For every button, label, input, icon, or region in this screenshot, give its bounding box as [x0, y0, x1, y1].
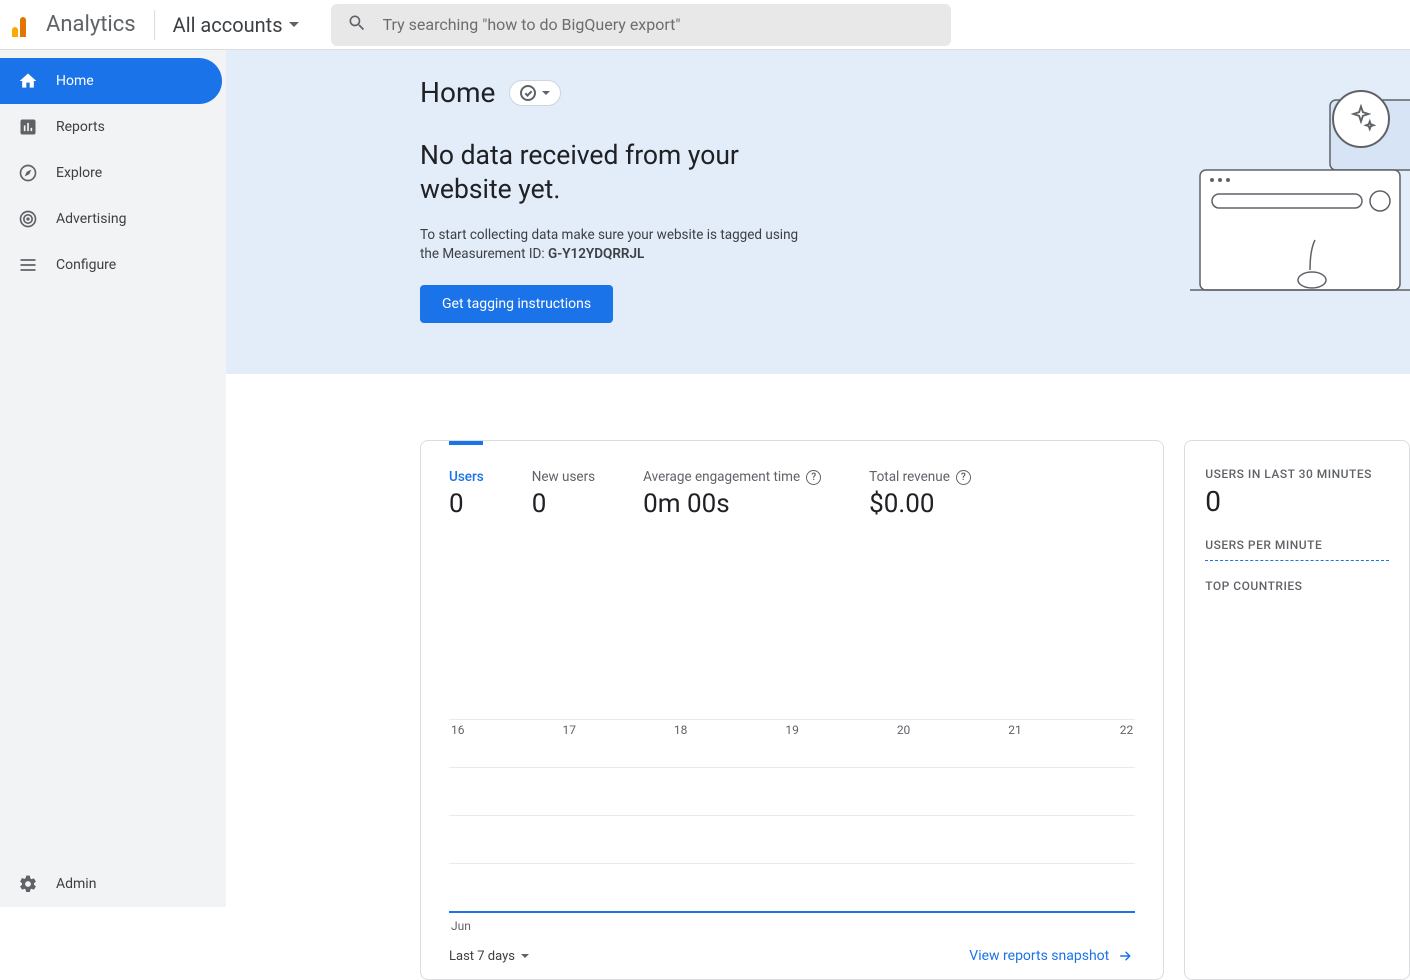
measurement-id: G-Y12YDQRRJL — [548, 246, 644, 262]
hero-heading: No data received from your website yet. — [420, 139, 820, 208]
metric-value: 0 — [449, 489, 484, 519]
metric-value: 0 — [532, 489, 595, 519]
check-circle-icon — [520, 85, 536, 101]
cards-row: Users 0 New users 0 Average engagement t… — [420, 440, 1410, 980]
realtime-perminute-label: USERS PER MINUTE — [1205, 538, 1389, 552]
chart-series-line — [449, 911, 1135, 913]
search-input[interactable]: Try searching "how to do BigQuery export… — [331, 4, 951, 46]
sidebar-item-advertising[interactable]: Advertising — [0, 196, 222, 242]
page-title: Home — [420, 76, 495, 109]
sidebar-item-label: Reports — [56, 119, 105, 135]
date-range-picker[interactable]: Last 7 days — [449, 949, 529, 964]
sidebar-item-home[interactable]: Home — [0, 58, 222, 104]
get-tagging-instructions-button[interactable]: Get tagging instructions — [420, 285, 613, 323]
logo-block: Analytics — [12, 12, 136, 37]
account-label: All accounts — [173, 13, 283, 37]
title-status-dropdown[interactable] — [509, 80, 561, 106]
mini-chart-line — [1205, 560, 1389, 561]
home-icon — [18, 71, 38, 91]
divider — [154, 10, 155, 40]
account-picker[interactable]: All accounts — [173, 13, 299, 37]
metric-label: Users — [449, 469, 484, 485]
hero-subtext: To start collecting data make sure your … — [420, 226, 800, 265]
metric-value: $0.00 — [869, 489, 971, 519]
search-icon — [347, 13, 367, 37]
explore-icon — [18, 163, 38, 183]
metric-label: Total revenue ? — [869, 469, 971, 485]
sidebar-item-explore[interactable]: Explore — [0, 150, 222, 196]
chevron-down-icon — [542, 91, 550, 95]
help-icon[interactable]: ? — [956, 470, 971, 485]
sidebar-item-label: Configure — [56, 257, 116, 273]
sidebar-item-label: Explore — [56, 165, 102, 181]
arrow-right-icon — [1117, 947, 1135, 965]
metric-avg-engagement[interactable]: Average engagement time ? 0m 00s — [643, 469, 821, 519]
realtime-topcountries-label: TOP COUNTRIES — [1205, 579, 1389, 593]
sparkle-icon — [1332, 90, 1390, 148]
sidebar-item-configure[interactable]: Configure — [0, 242, 222, 288]
main-content: Home No data received from your website … — [226, 50, 1410, 980]
help-icon[interactable]: ? — [806, 470, 821, 485]
metric-total-revenue[interactable]: Total revenue ? $0.00 — [869, 469, 971, 519]
analytics-logo-icon — [12, 13, 36, 37]
metrics-row: Users 0 New users 0 Average engagement t… — [449, 441, 1135, 519]
metric-label: New users — [532, 469, 595, 485]
view-reports-snapshot-link[interactable]: View reports snapshot — [969, 947, 1135, 965]
active-tab-indicator — [449, 441, 483, 445]
chart-area: 16 17 18 19 20 21 22 — [449, 719, 1135, 919]
realtime-last30-value: 0 — [1205, 485, 1389, 518]
gear-icon — [18, 874, 38, 894]
sidebar-item-label: Advertising — [56, 211, 126, 227]
product-name: Analytics — [46, 12, 136, 37]
sidebar: Home Reports Explore Advertising Configu… — [0, 50, 226, 907]
metric-value: 0m 00s — [643, 489, 821, 519]
app-header: Analytics All accounts Try searching "ho… — [0, 0, 1410, 50]
sidebar-item-admin[interactable]: Admin — [0, 861, 222, 907]
sidebar-item-label: Home — [56, 73, 94, 89]
advertising-icon — [18, 209, 38, 229]
hero-illustration — [1190, 90, 1410, 354]
realtime-last30-label: USERS IN LAST 30 MINUTES — [1205, 467, 1389, 481]
sidebar-item-label: Admin — [56, 876, 96, 892]
metric-users[interactable]: Users 0 — [449, 469, 484, 519]
hero-banner: Home No data received from your website … — [226, 50, 1410, 374]
configure-icon — [18, 255, 38, 275]
metric-label: Average engagement time ? — [643, 469, 821, 485]
metric-new-users[interactable]: New users 0 — [532, 469, 595, 519]
reports-icon — [18, 117, 38, 137]
chevron-down-icon — [289, 22, 299, 27]
realtime-card: USERS IN LAST 30 MINUTES 0 USERS PER MIN… — [1184, 440, 1410, 980]
chart-x-labels: 16 17 18 19 20 21 22 — [449, 719, 1135, 737]
search-placeholder: Try searching "how to do BigQuery export… — [383, 15, 681, 34]
overview-card: Users 0 New users 0 Average engagement t… — [420, 440, 1164, 980]
sidebar-item-reports[interactable]: Reports — [0, 104, 222, 150]
chart-x-sublabel: Jun — [449, 919, 1135, 933]
chevron-down-icon — [521, 954, 529, 958]
